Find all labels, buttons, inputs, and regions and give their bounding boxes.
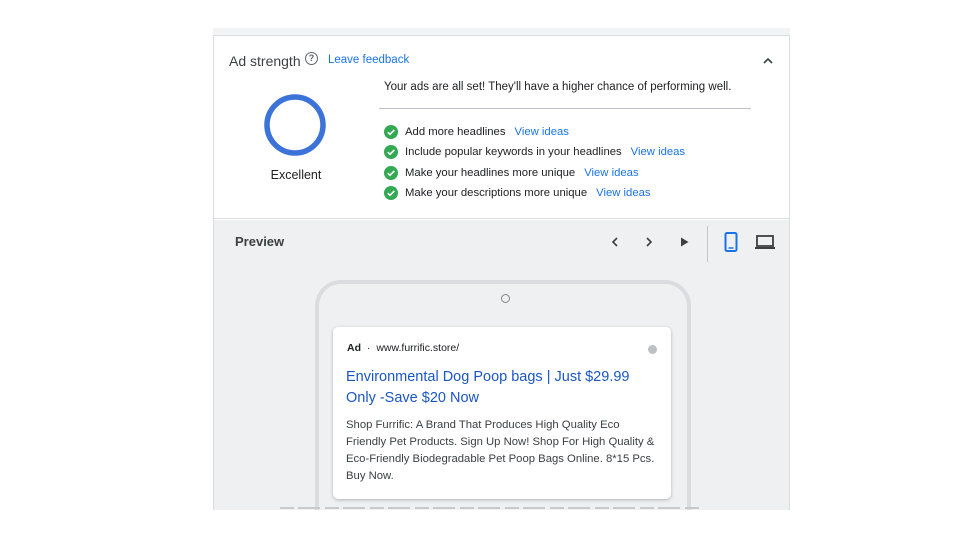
ad-strength-panel: Ad strength ? Leave feedback Excellent Y… <box>213 35 790 510</box>
chevron-up-icon[interactable] <box>761 54 775 68</box>
info-dot-icon[interactable] <box>648 345 657 354</box>
view-ideas-link[interactable]: View ideas <box>514 126 568 138</box>
ad-description: Shop Furrific: A Brand That Produces Hig… <box>346 419 655 482</box>
laptop-icon[interactable] <box>753 232 777 252</box>
leave-feedback-link[interactable]: Leave feedback <box>328 54 409 66</box>
mobile-device-icon[interactable] <box>720 232 742 252</box>
help-circle-icon[interactable]: ? <box>305 52 318 65</box>
view-ideas-link[interactable]: View ideas <box>596 187 650 199</box>
preview-section: Preview Ad · www.furrific.store/ Environ… <box>214 220 789 510</box>
chevron-right-icon[interactable] <box>638 232 660 252</box>
view-ideas-link[interactable]: View ideas <box>631 146 685 158</box>
ad-preview-card: Ad · www.furrific.store/ Environmental D… <box>333 327 671 499</box>
ad-meta: Ad · www.furrific.store/ <box>347 342 459 354</box>
suggestion-item: Add more headlines View ideas <box>384 122 685 142</box>
play-icon[interactable] <box>673 232 695 252</box>
preview-title: Preview <box>235 234 285 249</box>
suggestion-text: Make your descriptions more unique <box>405 187 588 200</box>
ad-display-url: www.furrific.store/ <box>376 342 460 354</box>
suggestion-text: Include popular keywords in your headlin… <box>405 146 622 159</box>
suggestion-text: Make your headlines more unique <box>405 166 576 179</box>
suggestion-text: Add more headlines <box>405 126 506 139</box>
check-circle-icon <box>384 145 398 160</box>
divider <box>379 108 751 109</box>
cropped-caption <box>280 505 700 510</box>
suggestion-list: Add more headlines View ideas Include po… <box>384 122 685 203</box>
ad-strength-ring <box>264 94 326 156</box>
suggestion-item: Make your headlines more unique View ide… <box>384 163 685 183</box>
check-circle-icon <box>384 125 398 140</box>
check-circle-icon <box>384 186 398 201</box>
suggestion-item: Make your descriptions more unique View … <box>384 183 685 203</box>
view-ideas-link[interactable]: View ideas <box>584 167 638 179</box>
ad-headline[interactable]: Environmental Dog Poop bags | Just $29.9… <box>346 367 656 408</box>
toolbar-divider <box>707 226 708 262</box>
check-circle-icon <box>384 165 398 180</box>
phone-camera <box>501 294 510 303</box>
ad-badge: Ad <box>347 342 361 354</box>
ad-strength-card: Ad strength ? Leave feedback Excellent Y… <box>214 36 789 219</box>
chevron-left-icon[interactable] <box>604 232 626 252</box>
ad-strength-title: Ad strength <box>229 53 301 69</box>
ad-separator: · <box>366 342 371 354</box>
ad-strength-rating: Excellent <box>270 168 322 182</box>
suggestion-item: Include popular keywords in your headlin… <box>384 142 685 162</box>
ad-strength-status: Your ads are all set! They'll have a hig… <box>384 81 732 93</box>
